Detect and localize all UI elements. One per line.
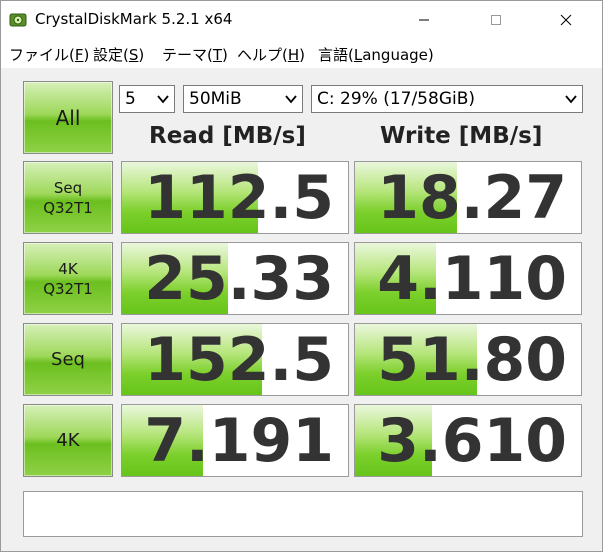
- test-label-line2: Q32T1: [43, 198, 93, 217]
- 4k-write-result: 3.610: [354, 404, 582, 477]
- menu-theme[interactable]: テーマ(T): [162, 44, 228, 65]
- comment-input[interactable]: [23, 491, 583, 537]
- test-size-value: 50MiB: [189, 89, 242, 109]
- result-value: 18.27: [377, 163, 567, 233]
- menu-language[interactable]: 言語(Language): [318, 44, 434, 65]
- result-value: 25.33: [144, 244, 334, 314]
- seq-q32t1-read-result: 112.5: [121, 161, 349, 234]
- menu-help-label: ヘルプ(: [237, 46, 288, 64]
- test-label-line1: Seq: [53, 178, 83, 197]
- 4k-read-result: 7.191: [121, 404, 349, 477]
- crystaldiskmark-app-icon: [9, 13, 27, 27]
- write-header: Write [MB/s]: [380, 123, 543, 149]
- close-icon: [560, 14, 572, 26]
- seq-button[interactable]: Seq: [23, 323, 113, 396]
- read-header: Read [MB/s]: [149, 123, 306, 149]
- chevron-down-icon: [157, 95, 169, 104]
- result-value: 3.610: [377, 406, 567, 476]
- 4k-q32t1-write-result: 4.110: [354, 242, 582, 315]
- test-count-select[interactable]: 5: [119, 85, 175, 113]
- result-value: 7.191: [144, 406, 334, 476]
- menu-file-suffix: ): [83, 46, 90, 64]
- seq-q32t1-button[interactable]: Seq Q32T1: [23, 161, 113, 234]
- menu-bar: ファイル(F) 設定(S) テーマ(T) ヘルプ(H) 言語(Language): [1, 39, 602, 69]
- test-size-select[interactable]: 50MiB: [183, 85, 303, 113]
- menu-settings-label: 設定(: [93, 46, 129, 64]
- result-value: 51.80: [377, 325, 567, 395]
- minimize-button[interactable]: [401, 1, 447, 39]
- seq-q32t1-write-result: 18.27: [354, 161, 582, 234]
- 4k-q32t1-button[interactable]: 4K Q32T1: [23, 242, 113, 315]
- menu-file[interactable]: ファイル(F): [9, 44, 89, 65]
- app-window: CrystalDiskMark 5.2.1 x64 ファイル(F) 設定(S) …: [0, 0, 603, 552]
- test-count-value: 5: [125, 89, 136, 109]
- menu-help-accel: H: [287, 46, 300, 64]
- 4k-q32t1-read-result: 25.33: [121, 242, 349, 315]
- result-value: 4.110: [377, 244, 567, 314]
- menu-theme-accel: T: [212, 46, 223, 64]
- 4k-button[interactable]: 4K: [23, 404, 113, 477]
- test-label-line2: Q32T1: [43, 279, 93, 298]
- run-all-button[interactable]: All: [23, 81, 113, 154]
- test-drive-select[interactable]: C: 29% (17/58GiB): [311, 85, 583, 113]
- seq-read-result: 152.5: [121, 323, 349, 396]
- menu-help-suffix: ): [299, 46, 305, 64]
- menu-help[interactable]: ヘルプ(H): [237, 44, 305, 65]
- test-drive-value: C: 29% (17/58GiB): [317, 89, 476, 109]
- maximize-icon: [491, 15, 501, 25]
- menu-file-label: ファイル(: [9, 46, 75, 64]
- menu-settings-accel: S: [128, 46, 139, 64]
- menu-language-suffix: anguage): [362, 46, 434, 64]
- test-label-line1: 4K: [58, 259, 78, 278]
- test-label-line1: 4K: [56, 429, 80, 451]
- close-button[interactable]: [543, 1, 589, 39]
- run-all-label: All: [55, 105, 81, 130]
- menu-settings-suffix: ): [138, 46, 145, 64]
- test-label-line1: Seq: [51, 348, 85, 370]
- menu-theme-suffix: ): [222, 46, 228, 64]
- window-title: CrystalDiskMark 5.2.1 x64: [35, 10, 233, 28]
- chevron-down-icon: [565, 95, 577, 104]
- result-value: 152.5: [144, 325, 334, 395]
- menu-language-accel: L: [353, 46, 363, 64]
- maximize-button[interactable]: [473, 1, 519, 39]
- menu-language-label: 言語(: [318, 46, 354, 64]
- title-bar: CrystalDiskMark 5.2.1 x64: [1, 1, 602, 39]
- menu-theme-label: テーマ(: [162, 46, 213, 64]
- minimize-icon: [419, 19, 429, 21]
- chevron-down-icon: [285, 95, 297, 104]
- seq-write-result: 51.80: [354, 323, 582, 396]
- menu-file-accel: F: [74, 46, 84, 64]
- menu-settings[interactable]: 設定(S): [93, 44, 144, 65]
- result-value: 112.5: [144, 163, 334, 233]
